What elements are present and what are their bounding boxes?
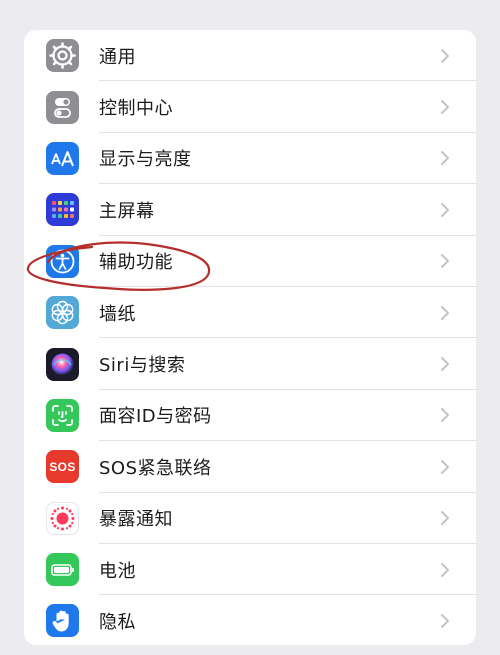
- gear-icon: [46, 39, 79, 73]
- settings-item-wallpaper[interactable]: 墙纸: [24, 287, 476, 339]
- settings-item-label: 电池: [99, 560, 136, 582]
- chevron-right-icon: [436, 98, 454, 116]
- chevron-right-icon: [436, 149, 454, 167]
- chevron-right-icon: [436, 304, 454, 322]
- face-id-icon: [46, 398, 79, 432]
- app-grid-icon: [46, 193, 79, 227]
- toggles-icon: [46, 90, 79, 124]
- settings-item-label: 暴露通知: [99, 509, 173, 531]
- settings-item-label: 控制中心: [99, 98, 173, 120]
- settings-item-label: 主屏幕: [99, 200, 155, 222]
- chevron-right-icon: [436, 252, 454, 270]
- settings-item-label: 隐私: [99, 611, 136, 633]
- flower-icon: [46, 296, 79, 330]
- settings-item-label: 面容ID与密码: [99, 406, 212, 428]
- sos-icon: SOS: [46, 450, 79, 484]
- hand-icon: [46, 604, 79, 638]
- chevron-right-icon: [436, 47, 454, 65]
- settings-item-accessibility[interactable]: 辅助功能: [24, 236, 476, 288]
- chevron-right-icon: [436, 612, 454, 630]
- battery-icon: [46, 553, 79, 587]
- chevron-right-icon: [436, 458, 454, 476]
- settings-item-face-id-passcode[interactable]: 面容ID与密码: [24, 390, 476, 442]
- settings-item-privacy[interactable]: 隐私: [24, 595, 476, 645]
- siri-orb-icon: [46, 347, 79, 381]
- settings-item-battery[interactable]: 电池: [24, 544, 476, 596]
- exposure-dots-icon: [46, 501, 79, 535]
- settings-item-emergency-sos[interactable]: SOS SOS紧急联络: [24, 441, 476, 493]
- settings-item-label: Siri与搜索: [99, 355, 186, 377]
- settings-item-label: 通用: [99, 46, 136, 68]
- accessibility-icon: [46, 244, 79, 278]
- settings-item-display-brightness[interactable]: 显示与亮度: [24, 133, 476, 185]
- settings-item-label: SOS紧急联络: [99, 457, 212, 479]
- chevron-right-icon: [436, 561, 454, 579]
- settings-item-label: 墙纸: [99, 303, 136, 325]
- settings-item-general[interactable]: 通用: [24, 30, 476, 82]
- sos-icon-text: SOS: [49, 459, 76, 474]
- chevron-right-icon: [436, 406, 454, 424]
- settings-item-label: 显示与亮度: [99, 149, 192, 171]
- settings-item-siri-search[interactable]: Siri与搜索: [24, 338, 476, 391]
- settings-item-home-screen[interactable]: 主屏幕: [24, 184, 476, 236]
- settings-item-control-center[interactable]: 控制中心: [24, 81, 476, 134]
- chevron-right-icon: [436, 355, 454, 373]
- settings-list: 通用 控制中心 显示与亮度 主屏幕 辅助功能 墙纸 Siri与搜索 面容ID与密…: [24, 30, 476, 645]
- chevron-right-icon: [436, 201, 454, 219]
- text-size-icon: [46, 141, 79, 175]
- settings-item-exposure-notifications[interactable]: 暴露通知: [24, 493, 476, 545]
- chevron-right-icon: [436, 509, 454, 527]
- settings-item-label: 辅助功能: [99, 252, 173, 274]
